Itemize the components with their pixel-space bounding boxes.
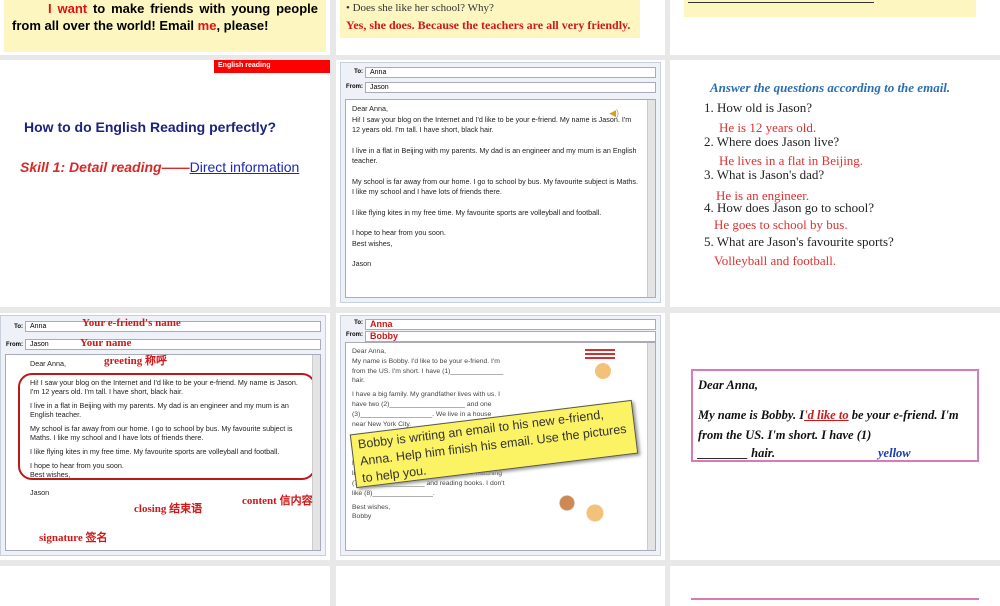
- paragraph: Hi! I saw your blog on the Internet and …: [352, 114, 632, 135]
- boy-with-flag-picture: [585, 349, 625, 389]
- slide-thumbnail[interactable]: [336, 566, 665, 606]
- annotation: greeting 称呼: [104, 355, 168, 367]
- paragraph: I like flying kites in my free time. My …: [352, 207, 602, 217]
- slide-thumbnail[interactable]: Answer the questions according to the em…: [670, 60, 1000, 307]
- direct-information-link[interactable]: Direct information: [190, 159, 300, 175]
- annotation: signature 签名: [39, 532, 108, 544]
- paragraph: I hope to hear from you soon.: [352, 228, 446, 237]
- to-label: To:: [354, 69, 363, 75]
- from-label: From:: [6, 342, 23, 348]
- email-body[interactable]: Dear Anna, Hi! I saw your blog on the In…: [345, 99, 656, 298]
- signature: Jason: [352, 259, 372, 268]
- answer-line: [688, 2, 874, 3]
- answer: He goes to school by bus.: [714, 217, 848, 232]
- greeting: Dear Anna,: [352, 348, 387, 355]
- annotation: Your e-friend's name: [82, 317, 181, 329]
- question: 4. How does Jason go to school?: [704, 200, 875, 215]
- closing: Best wishes,: [352, 238, 393, 248]
- slide-thumbnail[interactable]: To: Anna From: Bobby Dear Anna, My name …: [336, 313, 665, 560]
- answer: yellow: [878, 446, 911, 460]
- greeting: Dear Anna,: [30, 359, 66, 368]
- greeting: Dear Anna,: [352, 104, 388, 113]
- hobbies-picture: [555, 483, 635, 533]
- from-label: From:: [346, 332, 363, 338]
- annotation: Your name: [80, 337, 132, 349]
- slide-thumbnail[interactable]: To: Anna From: Jason Dear Anna, Hi! I sa…: [336, 60, 665, 307]
- slide-thumbnail[interactable]: • Does she like her school? Why? Yes, sh…: [336, 0, 665, 55]
- speaker-icon[interactable]: ◀): [609, 108, 619, 119]
- skill-line: Skill 1: Detail reading——Direct informat…: [20, 159, 300, 175]
- paragraph: I live in a flat in Beijing with my pare…: [352, 145, 637, 166]
- slide-thumbnail[interactable]: [0, 566, 330, 606]
- slide-thumbnail[interactable]: Dear Anna, My name is Bobby. I'd like to…: [670, 313, 1000, 560]
- signature: Bobby: [352, 513, 372, 521]
- slide-thumbnail[interactable]: To: Anna From: Jason Dear Anna, Hi! I sa…: [0, 313, 330, 560]
- answer: Yes, she does. Because the teachers are …: [346, 18, 631, 32]
- question: 1. How old is Jason?: [704, 100, 812, 115]
- from-field[interactable]: Bobby: [365, 331, 656, 342]
- to-label: To:: [354, 320, 363, 326]
- annotation: closing 结束语: [134, 503, 203, 515]
- question: 5. What are Jason's favourite sports?: [704, 234, 894, 249]
- email-body[interactable]: Dear Anna, Hi! I saw your blog on the In…: [5, 354, 321, 551]
- to-field[interactable]: Anna: [365, 67, 656, 78]
- from-field[interactable]: Jason: [25, 339, 321, 350]
- content-highlight: [18, 373, 316, 480]
- greeting: Dear Anna,: [698, 378, 758, 392]
- slide-title: How to do English Reading perfectly?: [24, 119, 277, 135]
- annotation: content 信内容: [242, 495, 313, 507]
- question: • Does she like her school? Why?: [346, 2, 494, 14]
- to-label: To:: [14, 324, 23, 330]
- to-field[interactable]: Anna: [365, 319, 656, 330]
- email-window: To: Anna From: Jason Dear Anna, Hi! I sa…: [340, 62, 661, 303]
- section-tag: English reading: [214, 60, 330, 73]
- question: 3. What is Jason's dad?: [704, 167, 825, 182]
- instructions: Answer the questions according to the em…: [710, 80, 951, 95]
- letter-box: Dear Anna, My name is Bobby. I'd like to…: [691, 369, 979, 462]
- question: 2. Where does Jason live?: [704, 134, 840, 149]
- scrollbar[interactable]: [312, 355, 320, 550]
- scrollbar[interactable]: [647, 100, 655, 297]
- blank: ________: [698, 446, 748, 460]
- paragraph: My name is Bobby. I'd like to be your e-…: [352, 357, 504, 385]
- paragraph: My school is far away from our home. I g…: [352, 176, 639, 197]
- note-text: I want to make friends with young people…: [4, 0, 326, 52]
- from-field[interactable]: Jason: [365, 82, 656, 93]
- closing: Best wishes,: [352, 503, 391, 511]
- scrollbar[interactable]: [647, 343, 655, 550]
- letter-text: My name is Bobby. I'd like to be your e-…: [698, 408, 959, 442]
- from-label: From:: [346, 84, 363, 90]
- slide-thumbnail[interactable]: I want to make friends with young people…: [0, 0, 330, 55]
- slide-thumbnail[interactable]: [670, 566, 1000, 606]
- slide-thumbnail[interactable]: English reading How to do English Readin…: [0, 60, 330, 307]
- answer: Volleyball and football.: [714, 253, 837, 268]
- slide-thumbnail[interactable]: [670, 0, 1000, 55]
